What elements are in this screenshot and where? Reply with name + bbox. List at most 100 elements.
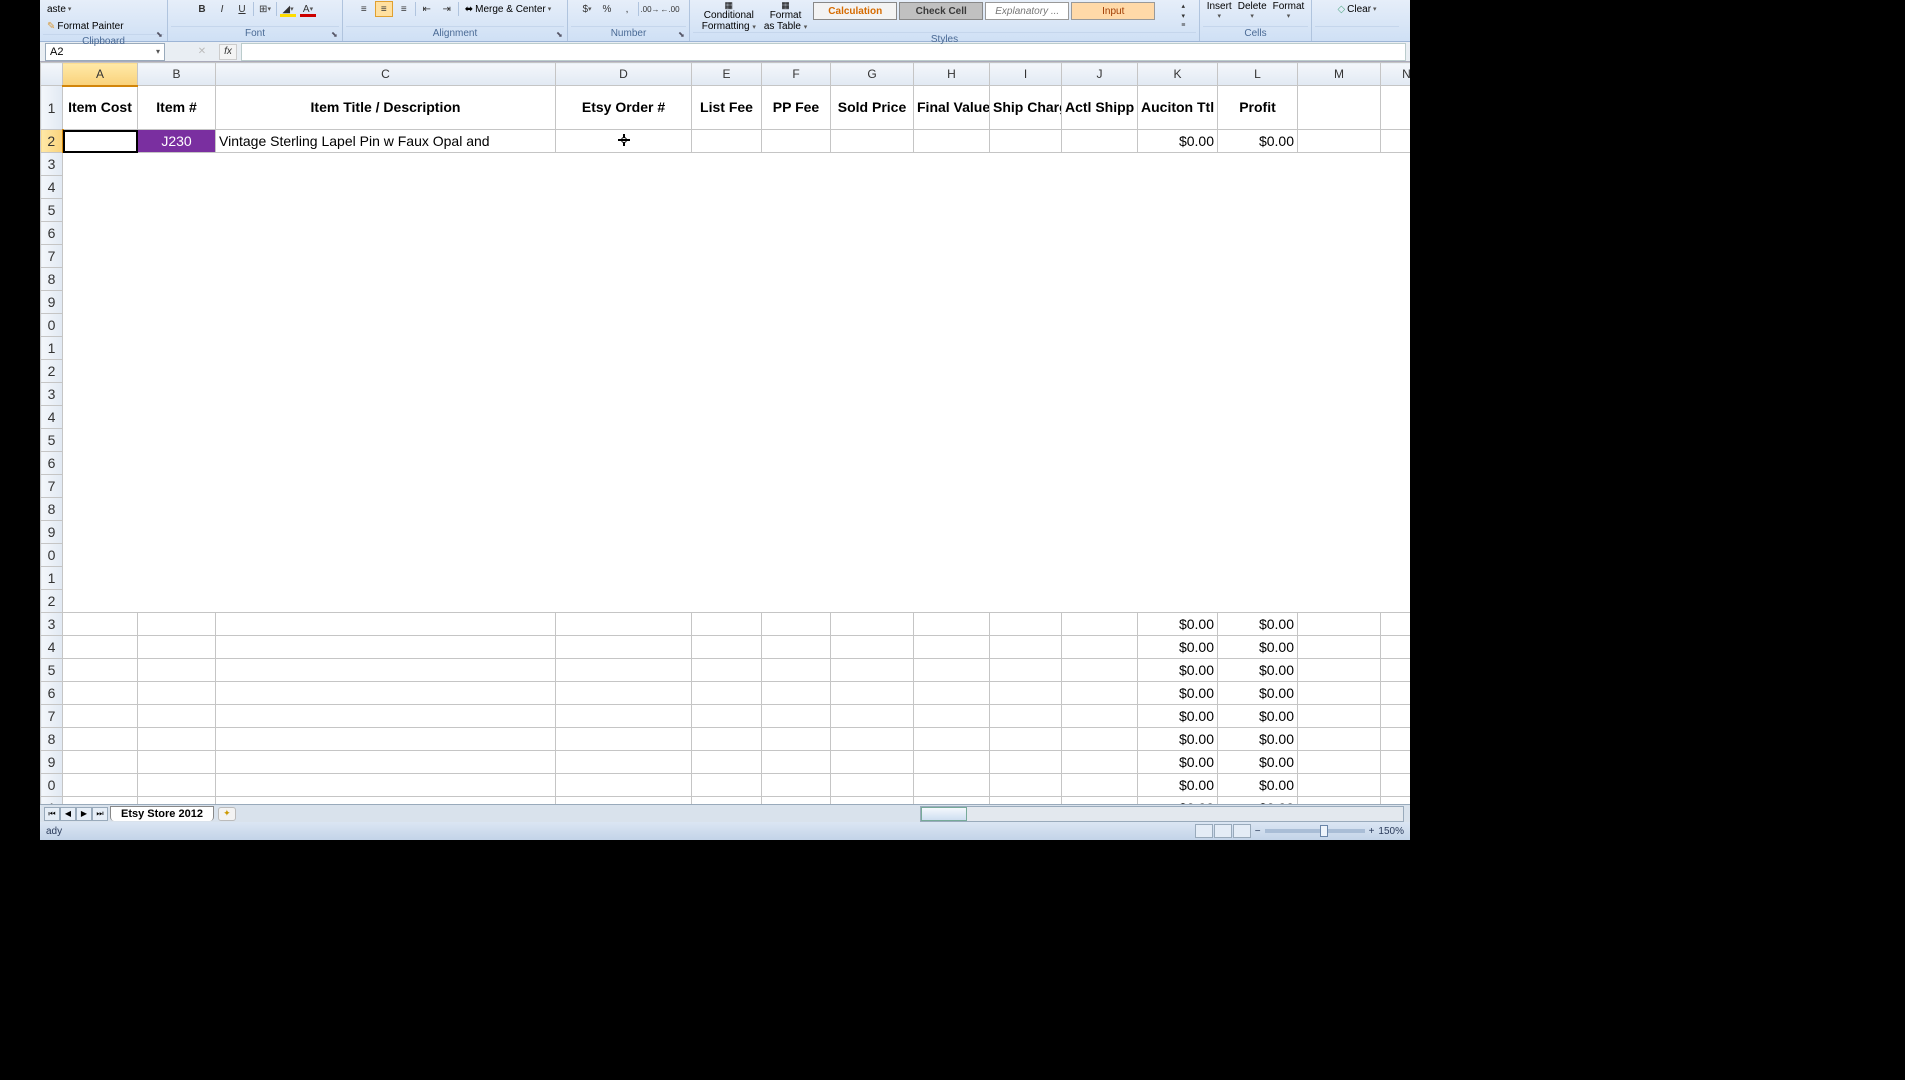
row-header-8[interactable]: 8 [41, 728, 63, 751]
font-color-button[interactable]: A▾ [299, 1, 317, 17]
cell[interactable] [762, 636, 831, 659]
cell[interactable] [138, 682, 216, 705]
row-header-3[interactable]: 3 [41, 153, 63, 176]
cell[interactable] [556, 774, 692, 797]
header-cell-C[interactable]: Item Title / Description [216, 86, 556, 130]
bold-button[interactable]: B [193, 1, 211, 17]
format-painter-button[interactable]: ✎Format Painter [43, 18, 128, 34]
styles-more[interactable]: ≡ [1176, 21, 1190, 30]
percent-button[interactable]: % [598, 1, 616, 17]
paste-button[interactable]: aste▾ [43, 1, 75, 17]
cell[interactable]: $0.00 [1138, 659, 1218, 682]
cell[interactable] [1298, 728, 1381, 751]
row-header-3[interactable]: 3 [41, 613, 63, 636]
cell[interactable]: $0.00 [1218, 751, 1298, 774]
format-as-table-button[interactable]: ▦ Format as Table ▾ [761, 1, 810, 32]
row-header-5[interactable]: 5 [41, 659, 63, 682]
cell[interactable]: $0.00 [1218, 636, 1298, 659]
cell[interactable] [1298, 682, 1381, 705]
cell[interactable] [216, 636, 556, 659]
cell[interactable] [762, 613, 831, 636]
header-cell-D[interactable]: Etsy Order # [556, 86, 692, 130]
row-header-15[interactable]: 5 [41, 429, 63, 452]
cell[interactable] [63, 636, 138, 659]
cell[interactable] [556, 797, 692, 805]
cell[interactable] [990, 130, 1062, 153]
decrease-indent-button[interactable]: ⇤ [418, 1, 436, 17]
cell-L2[interactable]: $0.00 [1218, 130, 1298, 153]
select-all-corner[interactable] [41, 63, 63, 86]
cell-B2[interactable]: J230 [138, 130, 216, 153]
cell[interactable] [990, 636, 1062, 659]
cell[interactable] [990, 751, 1062, 774]
cell[interactable]: $0.00 [1218, 728, 1298, 751]
cell-C2[interactable]: Vintage Sterling Lapel Pin w Faux Opal a… [216, 130, 556, 153]
cell[interactable]: $0.00 [1218, 774, 1298, 797]
cell-A2[interactable] [63, 130, 138, 153]
cell[interactable] [138, 659, 216, 682]
col-header-B[interactable]: B [138, 63, 216, 86]
cell[interactable]: $0.00 [1218, 682, 1298, 705]
cell-style-explanatory[interactable]: Explanatory ... [985, 2, 1069, 20]
cell[interactable] [1381, 86, 1411, 130]
view-normal-button[interactable] [1195, 824, 1213, 838]
cell[interactable] [63, 751, 138, 774]
insert-button[interactable]: Insert▾ [1205, 1, 1234, 20]
cell[interactable] [831, 659, 914, 682]
cell[interactable] [831, 130, 914, 153]
format-button[interactable]: Format▾ [1271, 1, 1307, 20]
cell[interactable]: $0.00 [1138, 636, 1218, 659]
sheet-tab-active[interactable]: Etsy Store 2012 [110, 806, 214, 821]
cell[interactable] [692, 728, 762, 751]
row-header-10[interactable]: 0 [41, 774, 63, 797]
row-header-5[interactable]: 5 [41, 199, 63, 222]
cell-D2[interactable] [556, 130, 692, 153]
row-header-6[interactable]: 6 [41, 682, 63, 705]
align-left-button[interactable]: ≡ [355, 1, 373, 17]
row-header-11[interactable]: 1 [41, 337, 63, 360]
decrease-decimal-button[interactable]: ←.00 [661, 1, 679, 17]
row-header-20[interactable]: 0 [41, 544, 63, 567]
cell[interactable] [831, 774, 914, 797]
cell[interactable] [138, 774, 216, 797]
cell[interactable] [216, 682, 556, 705]
cell[interactable] [138, 797, 216, 805]
cell[interactable]: $0.00 [1218, 705, 1298, 728]
cell[interactable] [1381, 751, 1411, 774]
header-cell-F[interactable]: PP Fee [762, 86, 831, 130]
cell[interactable] [216, 613, 556, 636]
cell[interactable] [138, 751, 216, 774]
header-cell-J[interactable]: Actl Shipp [1062, 86, 1138, 130]
cell[interactable]: $0.00 [1138, 774, 1218, 797]
cell[interactable] [831, 797, 914, 805]
spreadsheet-grid[interactable]: ABCDEFGHIJKLMN1Item CostItem #Item Title… [40, 62, 1410, 804]
header-cell-E[interactable]: List Fee [692, 86, 762, 130]
cell[interactable] [1062, 774, 1138, 797]
cell-style-check-cell[interactable]: Check Cell [899, 2, 983, 20]
tab-nav-next[interactable]: ▶ [76, 807, 92, 821]
merge-center-button[interactable]: ⬌Merge & Center▾ [461, 1, 556, 17]
cell[interactable] [914, 774, 990, 797]
cell[interactable] [1062, 705, 1138, 728]
cell[interactable] [216, 751, 556, 774]
row-header-4[interactable]: 4 [41, 176, 63, 199]
cell-style-calculation[interactable]: Calculation [813, 2, 897, 20]
cell[interactable] [216, 705, 556, 728]
comma-button[interactable]: , [618, 1, 636, 17]
cell[interactable] [1298, 774, 1381, 797]
cell[interactable] [1298, 636, 1381, 659]
cell[interactable] [831, 636, 914, 659]
fx-button[interactable]: fx [219, 44, 237, 60]
row-header-1[interactable]: 1 [41, 86, 63, 130]
cell-K2[interactable]: $0.00 [1138, 130, 1218, 153]
cell[interactable]: $0.00 [1218, 659, 1298, 682]
cell[interactable]: $0.00 [1138, 728, 1218, 751]
styles-scroll-down[interactable]: ▾ [1176, 11, 1190, 20]
cell[interactable] [914, 728, 990, 751]
cell[interactable] [1381, 613, 1411, 636]
cell[interactable] [990, 659, 1062, 682]
dialog-launcher-icon[interactable]: ⬊ [556, 30, 566, 40]
cell[interactable] [216, 797, 556, 805]
header-cell-I[interactable]: Ship Charge [990, 86, 1062, 130]
dialog-launcher-icon[interactable]: ⬊ [678, 30, 688, 40]
